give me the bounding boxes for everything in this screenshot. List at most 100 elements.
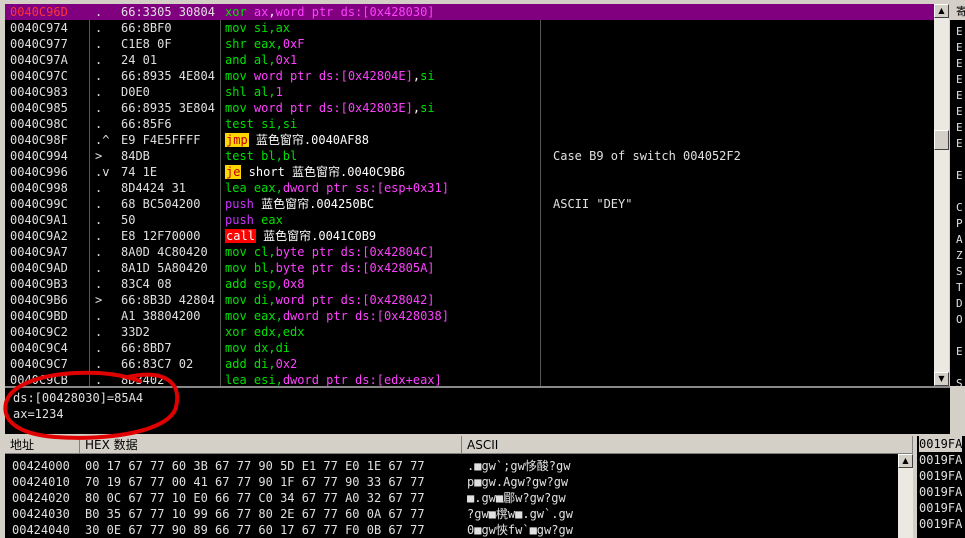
disassembly-row[interactable]: 0040C97C. 66:8935 4E804 mov word ptr ds:[0… [5, 68, 934, 84]
asm-token: word ptr ds:[0x428042] [275, 293, 435, 307]
stack-row[interactable]: 0019FA [919, 468, 962, 484]
disassembly-row[interactable]: 0040C98F .^ E9 F4E5FFFF jmp 蓝色窗帘.0040AF88 [5, 132, 934, 148]
disassembly-row[interactable]: 0040C985. 66:8935 3E804 mov word ptr ds:[0… [5, 100, 934, 116]
disassembly-row[interactable]: 0040C9A7. 8A0D 4C80420 mov cl,byte ptr ds:… [5, 244, 934, 260]
stack-pane[interactable]: 0019FA 0019FA 0019FA 0019FA 0019FA 0019FA [917, 436, 965, 538]
instruction-address: 0040C9CB [10, 373, 68, 386]
disassembly-row[interactable]: 0040C9A1. 50 push eax [5, 212, 934, 228]
asm-token: si [420, 69, 435, 83]
register-label: E [956, 169, 963, 182]
asm-token: 蓝色窗帘.0040AF88 [248, 133, 369, 147]
register-label: Z [956, 249, 963, 262]
jump-marker: . [95, 357, 103, 371]
asm-token: esi, [253, 373, 283, 386]
scroll-up-button[interactable]: ▲ [898, 454, 913, 468]
asm-token: bl, [253, 261, 276, 275]
jump-marker: . [95, 21, 103, 35]
disassembly-row[interactable]: 0040C9C2. 33D2 xor edx,edx [5, 324, 934, 340]
disassembly-row[interactable]: 0040C996 .v 74 1E je short 蓝色窗帘.0040C9B6 [5, 164, 934, 180]
disassembly-row[interactable]: 0040C97A. 24 01 and al,0x1 [5, 52, 934, 68]
instruction-bytes: 8D3402 [121, 373, 165, 386]
dump-row[interactable]: 00424000 00 17 67 77 60 3B 67 77 90 5D E1… [5, 458, 895, 474]
disassembly-row[interactable]: 0040C9B3. 83C4 08 add esp,0x8 [5, 276, 934, 292]
disassembly-row[interactable]: 0040C9C7. 66:83C7 02 add di,0x2 [5, 356, 934, 372]
asm-token: word ptr ds:[0x428030] [275, 5, 435, 19]
asm-token: dx,di [253, 341, 291, 355]
disassembly-row[interactable]: 0040C9BD. A1 38804200 mov eax,dword ptr ds… [5, 308, 934, 324]
asm-token: xor [225, 325, 254, 339]
dump-header-ascii[interactable]: ASCII [462, 436, 913, 454]
disassembly-row[interactable]: 0040C9B6 >66:8B3D 42804 mov di,word ptr ds… [5, 292, 934, 308]
dump-row[interactable]: 00424030 B0 35 67 77 10 99 66 77 80 2E 67… [5, 506, 895, 522]
register-label: E [956, 121, 963, 134]
dump-scrollbar[interactable]: ▲ [898, 454, 913, 538]
register-label: E [956, 73, 963, 86]
dump-row[interactable]: 00424020 80 0C 67 77 10 E0 66 77 C0 34 67… [5, 490, 895, 506]
disassembly-row[interactable]: 0040C9C4. 66:8BD7 mov dx,di [5, 340, 934, 356]
disassembly-row[interactable]: 0040C98C. 66:85F6 test si,si [5, 116, 934, 132]
asm-token: test [225, 149, 262, 163]
asm-token: lea [225, 181, 254, 195]
disassembly-scrollbar[interactable]: ▲ ▼ [934, 4, 949, 386]
register-label: E [956, 137, 963, 150]
disassembly-pane[interactable]: 0040C96D. 66:3305 30804 xor ax,word ptr ds… [5, 4, 934, 386]
disassembly-row[interactable]: 0040C9A2. E8 12F70000 call 蓝色窗帘.0041C0B9 [5, 228, 934, 244]
instruction-bytes: 66:8935 4E804 [121, 69, 215, 83]
dump-hex-bytes: 80 0C 67 77 10 E0 66 77 C0 34 67 77 A0 3… [85, 491, 425, 505]
asm-token: cl, [253, 245, 276, 259]
stack-row[interactable]: 0019FA [919, 516, 962, 532]
instruction-text: xor edx,edx [225, 324, 539, 340]
asm-token: add [225, 357, 254, 371]
instruction-bytes: 68 BC504200 [121, 197, 201, 211]
asm-token: shl [225, 85, 254, 99]
instruction-bytes: 24 01 [121, 53, 158, 67]
instruction-text: add esp,0x8 [225, 276, 539, 292]
stack-row[interactable]: 0019FA [919, 436, 963, 452]
disassembly-row[interactable]: 0040C9CB. 8D3402 lea esi,dword ptr ds:[edx… [5, 372, 934, 386]
instruction-address: 0040C9BD [10, 309, 68, 323]
dump-header-hex[interactable]: HEX 数据 [80, 436, 462, 454]
scroll-up-button[interactable]: ▲ [934, 4, 949, 18]
disassembly-row[interactable]: 0040C994 >84DB test bl,bl Case B9 of switch… [5, 148, 934, 164]
instruction-address: 0040C9B3 [10, 277, 68, 291]
jump-marker: . [95, 53, 103, 67]
instruction-bytes: 66:83C7 02 [121, 357, 194, 371]
instruction-bytes: 8D4424 31 [121, 181, 187, 195]
disassembly-row[interactable]: 0040C99C. 68 BC504200 push 蓝色窗帘.004250BC AS… [5, 196, 934, 212]
asm-token: shr [225, 37, 254, 51]
disassembly-row[interactable]: 0040C977. C1E8 0F shr eax,0xF [5, 36, 934, 52]
asm-token: byte ptr ds:[0x42804C] [275, 245, 435, 259]
stack-row[interactable]: 0019FA [919, 484, 962, 500]
instruction-address: 0040C9A7 [10, 245, 68, 259]
jump-marker: . [95, 341, 103, 355]
disassembly-row[interactable]: 0040C9AD. 8A1D 5A80420 mov bl,byte ptr ds:… [5, 260, 934, 276]
memory-dump-pane[interactable]: 地址 HEX 数据 ASCII 00424000 00 17 67 77 60 3… [5, 436, 913, 538]
asm-token: eax, [253, 309, 283, 323]
dump-row[interactable]: 00424010 70 19 67 77 00 41 67 77 90 1F 67… [5, 474, 895, 490]
stack-row[interactable]: 0019FA [919, 500, 962, 516]
asm-token: mov [225, 69, 254, 83]
stack-row[interactable]: 0019FA [919, 452, 962, 468]
instruction-address: 0040C9A2 [10, 229, 68, 243]
instruction-address: 0040C9A1 [10, 213, 68, 227]
dump-address: 00424040 [12, 523, 70, 537]
instruction-text: je short 蓝色窗帘.0040C9B6 [225, 164, 539, 180]
asm-token: eax, [253, 37, 283, 51]
scroll-thumb[interactable] [934, 130, 949, 150]
dump-row[interactable]: 00424040 30 0E 67 77 90 89 66 77 60 17 67… [5, 522, 895, 538]
instruction-address: 0040C9C4 [10, 341, 68, 355]
registers-pane[interactable]: EEEEEEEEECPAZSTDOESSS [950, 4, 965, 386]
instruction-comment: Case B9 of switch 004052F2 [553, 149, 741, 163]
instruction-address: 0040C97A [10, 53, 68, 67]
asm-token: push [225, 213, 262, 227]
disassembly-row[interactable]: 0040C998. 8D4424 31 lea eax,dword ptr ss:[… [5, 180, 934, 196]
dump-hex-bytes: B0 35 67 77 10 99 66 77 80 2E 67 77 60 0… [85, 507, 425, 521]
dump-header-address[interactable]: 地址 [5, 436, 80, 454]
instruction-text: shl al,1 [225, 84, 539, 100]
disassembly-row[interactable]: 0040C96D. 66:3305 30804 xor ax,word ptr ds… [5, 4, 934, 20]
disassembly-row[interactable]: 0040C983. D0E0 shl al,1 [5, 84, 934, 100]
scroll-down-button[interactable]: ▼ [934, 372, 949, 386]
register-label: P [956, 217, 963, 230]
disassembly-row[interactable]: 0040C974. 66:8BF0 mov si,ax [5, 20, 934, 36]
asm-token: word ptr ds:[0x42804E] [253, 69, 413, 83]
